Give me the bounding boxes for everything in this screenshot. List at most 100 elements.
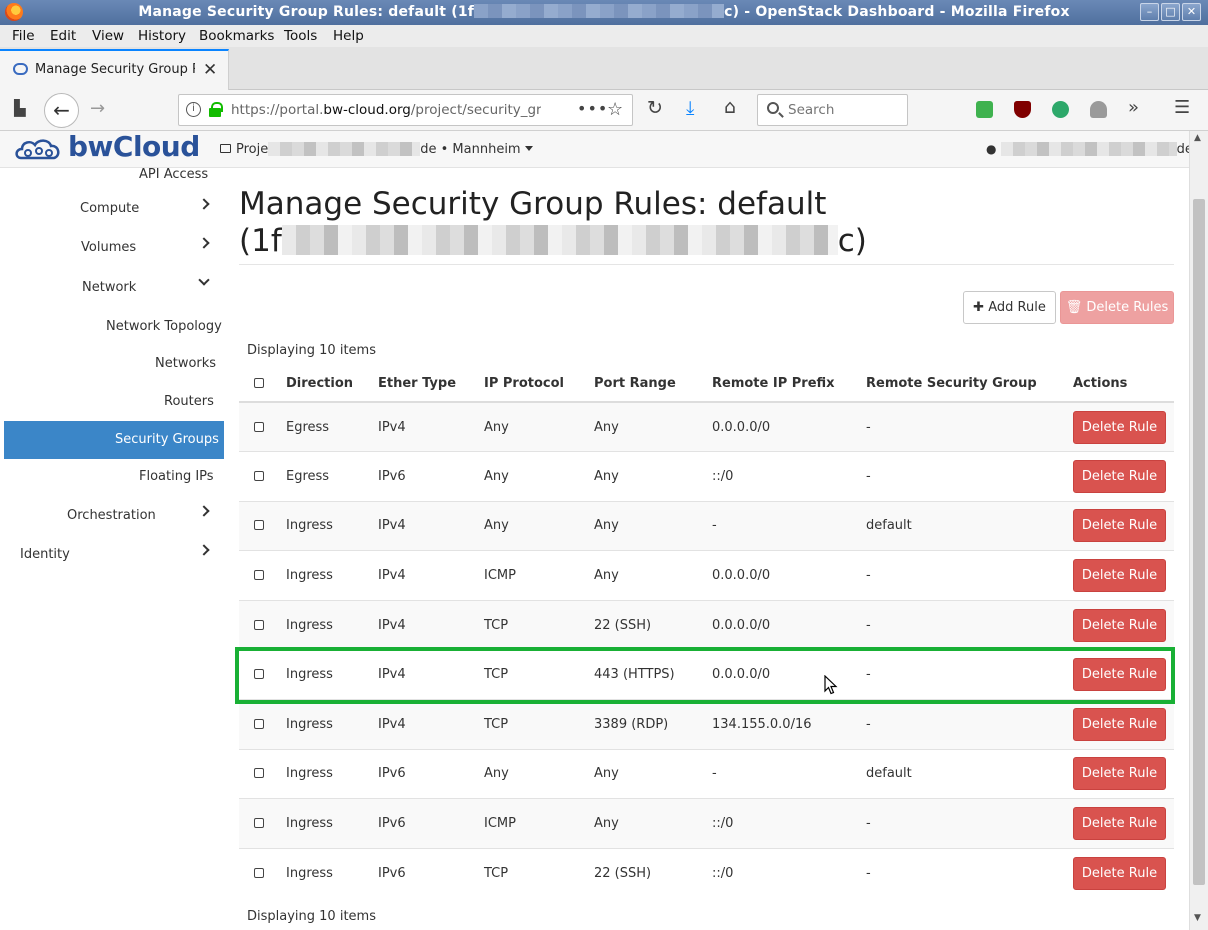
row-checkbox[interactable] <box>254 718 264 729</box>
menu-file[interactable]: File <box>12 28 35 44</box>
dashboard-header: bwCloud Proje de • Mannheim ● de <box>0 130 1205 168</box>
search-box[interactable] <box>757 94 908 126</box>
delete-rule-button[interactable]: Delete Rule <box>1073 410 1166 444</box>
row-checkbox[interactable] <box>254 520 264 531</box>
item-count-top: Displaying 10 items <box>247 343 376 358</box>
sidebar-item-routers[interactable]: Routers <box>4 383 224 421</box>
info-icon[interactable]: i <box>186 102 201 117</box>
extension-circle-icon[interactable] <box>1052 101 1069 118</box>
sidebar-toggle-icon[interactable]: ▙ <box>14 99 26 117</box>
sidebar-item-networks[interactable]: Networks <box>4 345 224 383</box>
scroll-down-icon[interactable]: ▼ <box>1194 913 1201 923</box>
user-menu[interactable]: ● de <box>986 142 1205 157</box>
delete-rule-button[interactable]: Delete Rule <box>1073 559 1166 593</box>
col-remote-security-group[interactable]: Remote Security Group <box>866 366 1073 403</box>
scroll-thumb[interactable] <box>1193 199 1205 885</box>
sidebar-item-orchestration[interactable]: Orchestration <box>4 497 224 535</box>
scroll-up-icon[interactable]: ▲ <box>1194 133 1201 143</box>
redacted-user <box>1000 142 1177 156</box>
row-checkbox[interactable] <box>254 421 264 432</box>
lock-icon[interactable] <box>209 102 223 117</box>
back-button[interactable]: ← <box>44 93 79 128</box>
page-scrollbar[interactable]: ▲ ▼ <box>1189 131 1208 930</box>
sidebar-item-identity[interactable]: Identity <box>4 536 224 574</box>
row-checkbox[interactable] <box>254 867 264 878</box>
main-content: Manage Security Group Rules: default (1f… <box>239 168 1174 930</box>
sidebar-item-security-groups[interactable]: Security Groups <box>4 421 224 459</box>
sidebar-item-floating-ips[interactable]: Floating IPs <box>4 458 224 496</box>
menu-edit[interactable]: Edit <box>50 28 76 44</box>
row-checkbox[interactable] <box>254 470 264 481</box>
delete-rule-button[interactable]: Delete Rule <box>1073 459 1166 493</box>
cell-direction: Ingress <box>286 500 378 551</box>
chevron-right-icon <box>198 237 210 249</box>
cell-direction: Ingress <box>286 798 378 849</box>
cell-ip-protocol: TCP <box>484 699 594 750</box>
sidebar-item-network-topology[interactable]: Network Topology <box>4 308 224 346</box>
col-direction[interactable]: Direction <box>286 366 378 403</box>
row-checkbox[interactable] <box>254 570 264 581</box>
sidebar-item-network[interactable]: Network <box>4 269 224 307</box>
chevron-right-icon <box>198 544 210 556</box>
forward-button[interactable]: → <box>90 98 105 119</box>
col-ether-type[interactable]: Ether Type <box>378 366 484 403</box>
delete-rule-button[interactable]: Delete Rule <box>1073 856 1166 890</box>
bookmark-star-icon[interactable]: ☆ <box>607 99 623 120</box>
hamburger-menu-icon[interactable]: ☰ <box>1174 97 1190 118</box>
add-rule-button[interactable]: ✚ Add Rule <box>963 291 1056 324</box>
sidebar-item-compute[interactable]: Compute <box>4 190 224 228</box>
delete-rule-button[interactable]: Delete Rule <box>1073 509 1166 543</box>
row-checkbox[interactable] <box>254 619 264 630</box>
row-checkbox[interactable] <box>254 768 264 779</box>
row-checkbox[interactable] <box>254 818 264 829</box>
project-selector[interactable]: Proje de • Mannheim <box>220 142 533 157</box>
cell-remote-ip-prefix: 0.0.0.0/0 <box>712 401 866 452</box>
col-remote-ip-prefix[interactable]: Remote IP Prefix <box>712 366 866 403</box>
briefcase-icon <box>220 144 231 153</box>
delete-rules-button[interactable]: 🗑 Delete Rules <box>1060 291 1174 324</box>
cell-remote-ip-prefix: 0.0.0.0/0 <box>712 550 866 601</box>
home-icon[interactable]: ⌂ <box>724 96 736 118</box>
extension-puzzle-icon[interactable] <box>1090 101 1107 118</box>
overflow-menu-icon[interactable]: » <box>1128 97 1139 118</box>
extension-green-icon[interactable] <box>976 101 993 118</box>
url-bar[interactable]: i https://portal.bw-cloud.org/project/se… <box>178 94 633 126</box>
delete-rule-button[interactable]: Delete Rule <box>1073 608 1166 642</box>
cell-ether-type: IPv4 <box>378 599 484 650</box>
delete-rule-button[interactable]: Delete Rule <box>1073 807 1166 841</box>
cell-remote-security-group: default <box>866 748 1073 799</box>
menu-tools[interactable]: Tools <box>284 28 317 44</box>
menu-help[interactable]: Help <box>333 28 364 44</box>
redacted-project <box>268 142 421 156</box>
ublock-icon[interactable] <box>1014 101 1031 118</box>
trash-icon: 🗑 <box>1065 300 1083 315</box>
select-all-checkbox[interactable] <box>254 378 264 388</box>
minimize-button[interactable]: – <box>1140 3 1159 21</box>
cell-ether-type: IPv6 <box>378 847 484 898</box>
col-ip-protocol[interactable]: IP Protocol <box>484 366 594 403</box>
page-actions-icon[interactable]: ••• <box>577 99 608 118</box>
delete-rule-button[interactable]: Delete Rule <box>1073 757 1166 791</box>
cell-ether-type: IPv4 <box>378 699 484 750</box>
tab-active[interactable]: Manage Security Group Rules: default (1f… <box>0 49 229 90</box>
menu-bookmarks[interactable]: Bookmarks <box>199 28 274 44</box>
download-icon[interactable]: ⤓ <box>686 97 694 119</box>
maximize-button[interactable]: □ <box>1161 3 1180 21</box>
menu-view[interactable]: View <box>92 28 124 44</box>
delete-rule-button[interactable]: Delete Rule <box>1073 707 1166 741</box>
rules-table: Direction Ether Type IP Protocol Port Ra… <box>239 366 1174 898</box>
url-text[interactable]: https://portal.bw-cloud.org/project/secu… <box>231 102 541 118</box>
sidebar-item-volumes[interactable]: Volumes <box>4 229 224 267</box>
menu-history[interactable]: History <box>138 28 186 44</box>
cell-direction: Ingress <box>286 599 378 650</box>
cell-remote-security-group: - <box>866 451 1073 502</box>
tab-close-icon[interactable]: ✕ <box>203 60 217 80</box>
cell-ip-protocol: Any <box>484 500 594 551</box>
reload-icon[interactable]: ↻ <box>647 97 663 119</box>
col-port-range[interactable]: Port Range <box>594 366 712 403</box>
search-input[interactable] <box>788 102 898 118</box>
chevron-down-icon <box>198 274 210 286</box>
close-window-button[interactable]: ✕ <box>1182 3 1201 21</box>
cell-remote-security-group: - <box>866 599 1073 650</box>
cell-port-range: Any <box>594 550 712 601</box>
